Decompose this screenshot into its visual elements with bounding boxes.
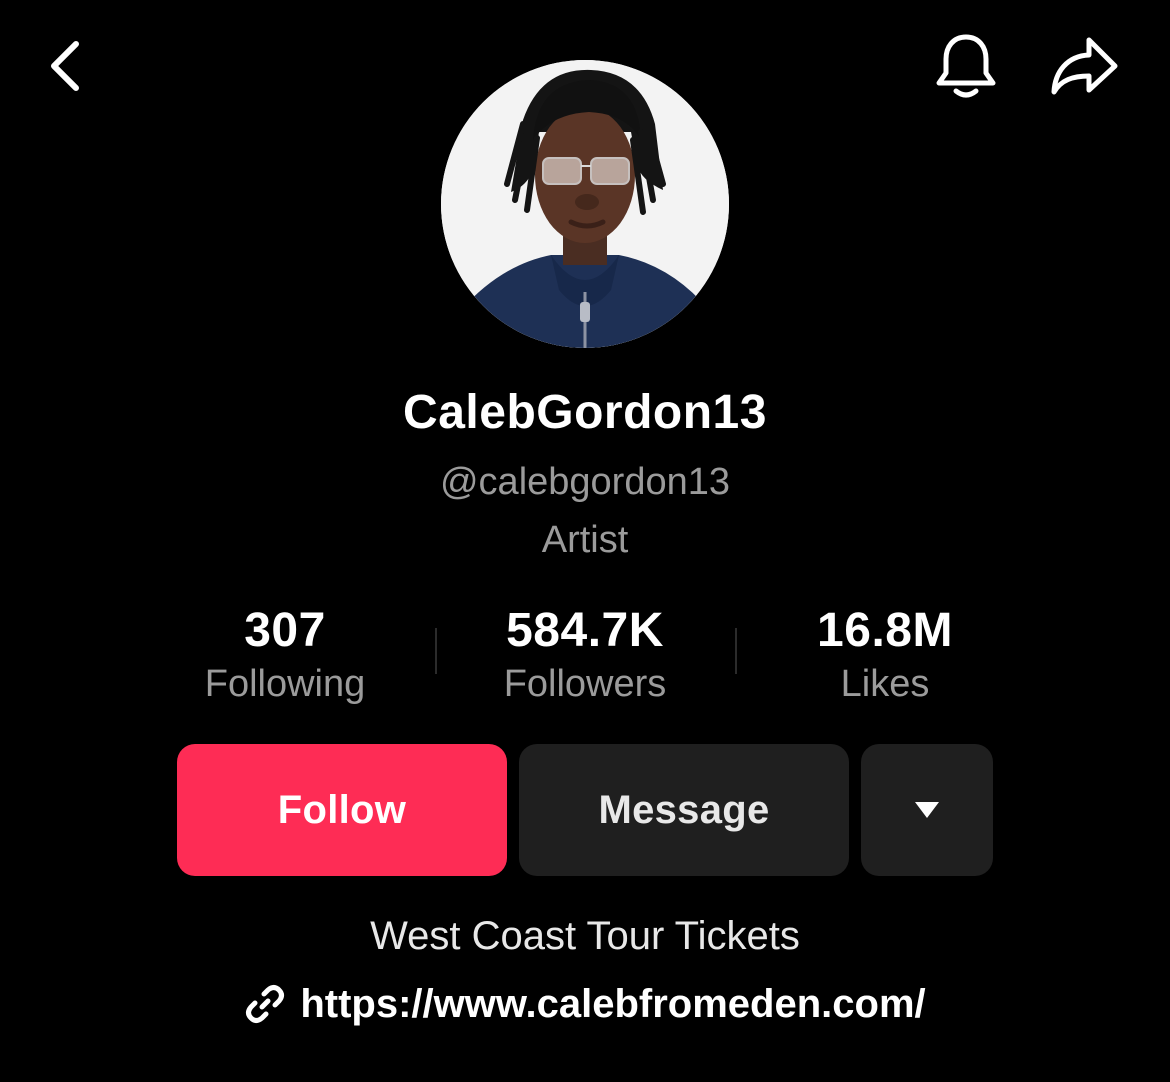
bio-text: West Coast Tour Tickets: [370, 914, 800, 958]
notification-button[interactable]: [930, 30, 1002, 102]
caret-down-icon: [915, 802, 939, 818]
bio-link[interactable]: https://www.calebfromeden.com/: [0, 976, 1170, 1032]
bell-icon: [936, 34, 996, 98]
follow-button[interactable]: Follow: [177, 744, 507, 876]
link-icon: [246, 985, 285, 1023]
profile-stats: 307 Following 584.7K Followers 16.8M Lik…: [135, 600, 1035, 710]
likes-label: Likes: [840, 663, 930, 705]
username-handle: @calebgordon13: [439, 461, 730, 503]
more-options-button[interactable]: [861, 744, 993, 876]
avatar[interactable]: [441, 60, 729, 348]
chevron-left-icon: [51, 41, 79, 91]
avatar-image: [441, 60, 729, 348]
message-button[interactable]: Message: [519, 744, 849, 876]
bio-link-url[interactable]: https://www.calebfromeden.com/: [300, 976, 925, 1032]
back-button[interactable]: [34, 34, 98, 98]
stat-followers[interactable]: 584.7K Followers: [435, 600, 735, 706]
stat-likes[interactable]: 16.8M Likes: [735, 600, 1035, 706]
followers-count: 584.7K: [506, 604, 664, 657]
share-button[interactable]: [1046, 30, 1124, 102]
following-label: Following: [204, 663, 366, 705]
stat-following[interactable]: 307 Following: [135, 600, 435, 706]
likes-count: 16.8M: [817, 604, 953, 657]
share-arrow-icon: [1051, 37, 1118, 95]
followers-label: Followers: [503, 663, 667, 705]
profile-category: Artist: [541, 519, 629, 561]
following-count: 307: [244, 604, 326, 657]
display-name: CalebGordon13: [403, 386, 767, 439]
